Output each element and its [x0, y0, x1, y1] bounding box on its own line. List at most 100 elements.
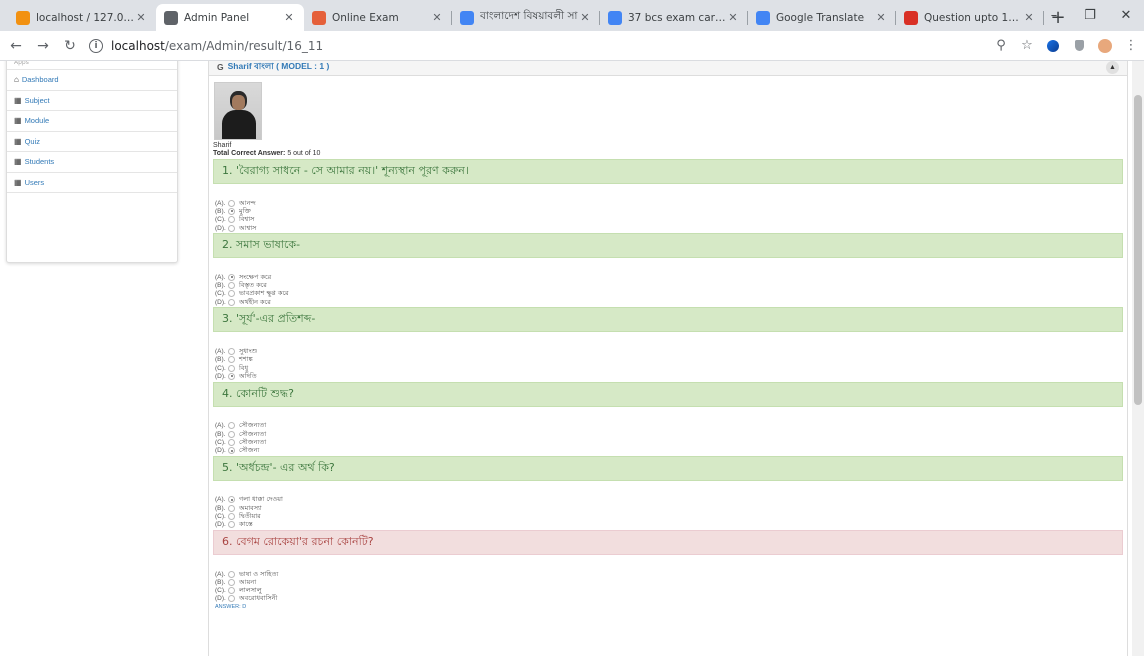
option-radio[interactable] [228, 348, 235, 356]
option-list: (A). সৌজন্যতা (B). সৌজন্যতা (C). সৌজন্যতা (D).… [213, 407, 1123, 455]
sidebar-header: Apps [7, 61, 177, 70]
student-name: Sharif [213, 142, 232, 149]
option-label: (D). [215, 521, 226, 529]
option-radio[interactable] [228, 430, 235, 438]
browser-tab[interactable]: localhost / 127.0.0.1 / e✕ [8, 4, 156, 31]
close-window-icon[interactable]: ✕ [1108, 0, 1144, 31]
close-tab-icon[interactable]: ✕ [578, 11, 592, 24]
option-radio[interactable] [228, 282, 235, 290]
extension-icon[interactable] [1040, 35, 1066, 57]
option-row: (C). বিধু [215, 364, 1123, 372]
sidebar-item-subject[interactable]: ▦ Subject [7, 91, 177, 111]
option-radio[interactable] [228, 578, 235, 586]
score-value: 5 out of 10 [287, 150, 321, 157]
option-radio[interactable] [228, 512, 235, 520]
option-radio[interactable] [228, 521, 235, 529]
option-radio[interactable] [228, 364, 235, 372]
tab-title: Question upto 185. - n [924, 11, 1022, 24]
option-radio[interactable] [228, 298, 235, 306]
result-panel: G Sharif বাংলা ( MODEL : 1 ) ▲ Sharif To… [208, 61, 1128, 656]
question-list: 1. 'বৈরাগ্য সাধনে - সে আমার নয়।' শূন্যস… [213, 159, 1123, 610]
option-radio[interactable] [228, 438, 235, 446]
back-icon[interactable]: ← [5, 35, 27, 57]
option-row: (C). লালসালু [215, 586, 1123, 595]
restore-icon[interactable]: ❐ [1072, 0, 1108, 31]
option-label: (C). [215, 587, 226, 595]
question-title: 4. কোনটি শুদ্ধ? [213, 381, 1123, 407]
menu-kebab-icon[interactable]: ⋮ [1118, 35, 1144, 57]
option-list: (A). সংক্ষেপ করে (B). বিস্তৃত করে (C). ভাবপ্র… [213, 258, 1123, 306]
bookmark-star-icon[interactable]: ☆ [1014, 35, 1040, 57]
close-tab-icon[interactable]: ✕ [1022, 11, 1036, 24]
option-radio[interactable] [228, 290, 235, 298]
option-label: (A). [215, 422, 226, 430]
minimize-icon[interactable]: – [1036, 0, 1072, 31]
reload-icon[interactable]: ↻ [59, 35, 81, 57]
scrollbar-thumb[interactable] [1134, 95, 1142, 405]
option-radio[interactable] [228, 216, 235, 224]
option-label: (C). [215, 438, 226, 446]
option-text: অদিতি [239, 371, 257, 380]
option-radio[interactable] [228, 447, 235, 455]
sidebar-item-users[interactable]: ▦ Users [7, 173, 177, 193]
phpmyadmin-icon [16, 10, 30, 25]
option-label: (C). [215, 364, 226, 372]
zoom-icon[interactable]: ⚲ [988, 35, 1014, 57]
close-tab-icon[interactable]: ✕ [430, 11, 444, 24]
sidebar-item-module[interactable]: ▦ Module [7, 111, 177, 132]
info-icon[interactable]: i [89, 38, 103, 53]
close-tab-icon[interactable]: ✕ [874, 11, 888, 24]
browser-tab[interactable]: Admin Panel ✕ [156, 4, 304, 31]
sidebar-item-label: Dashboard [21, 75, 59, 85]
option-radio[interactable] [228, 570, 235, 578]
close-tab-icon[interactable]: ✕ [282, 11, 296, 24]
grid-icon: ▦ [14, 116, 22, 126]
option-list: (A). গলা ধাক্কা দেওয়া (B). অমাবস্যা (C). দ্ব… [213, 481, 1123, 529]
option-radio[interactable] [228, 224, 235, 232]
option-row: (D). কাস্তে [215, 520, 1123, 529]
option-label: (C). [215, 512, 226, 520]
profile-avatar-icon[interactable] [1092, 35, 1118, 57]
collapse-chevron-icon[interactable]: ▲ [1106, 61, 1119, 74]
forward-icon[interactable]: → [32, 35, 54, 57]
option-radio[interactable] [228, 587, 235, 595]
option-row: (A). গলা ধাক্কা দেওয়া [215, 495, 1123, 504]
option-row: (B). অমাবস্যা [215, 504, 1123, 512]
shield-icon[interactable] [1066, 35, 1092, 57]
option-radio[interactable] [228, 496, 235, 504]
page-scrollbar[interactable] [1132, 61, 1144, 656]
option-label: (D). [215, 224, 226, 232]
browser-tab[interactable]: Question upto 185. - n✕ [896, 4, 1044, 31]
sidebar-item-students[interactable]: ▦ Students [7, 152, 177, 173]
globe-icon [164, 10, 178, 25]
option-radio[interactable] [228, 372, 235, 380]
grid-icon: ▦ [14, 177, 22, 187]
close-tab-icon[interactable]: ✕ [134, 11, 148, 24]
option-row: (B). বিস্তৃত করে [215, 281, 1123, 289]
gmail-icon [904, 10, 918, 25]
option-radio[interactable] [228, 504, 235, 512]
grid-icon: ▦ [14, 157, 22, 167]
browser-tab[interactable]: 37 bcs exam cartun im✕ [600, 4, 748, 31]
option-radio[interactable] [228, 422, 235, 430]
option-list: (A). সুধাংশু (B). শশাঙ্ক (C). বিধু (D). অদিতি [213, 332, 1123, 380]
option-radio[interactable] [228, 199, 235, 207]
option-radio[interactable] [228, 356, 235, 364]
sidebar-item-dashboard[interactable]: ⌂ Dashboard [7, 70, 177, 91]
address-bar[interactable]: i localhost/exam/Admin/result/16_11 [89, 35, 988, 57]
option-label: (A). [215, 496, 226, 504]
option-radio[interactable] [228, 273, 235, 281]
option-label: (A). [215, 199, 226, 207]
option-row: (A). সুধাংশু [215, 347, 1123, 355]
sidebar-item-quiz[interactable]: ▦ Quiz [7, 132, 177, 152]
url-host: localhost [111, 38, 165, 53]
option-radio[interactable] [228, 595, 235, 603]
browser-tab[interactable]: Google Translate ✕ [748, 4, 896, 31]
option-list: (A). ভাষা ও সাহিত্য (B). আয়না (C). লালসালু (D… [213, 555, 1123, 611]
option-radio[interactable] [228, 207, 235, 215]
close-tab-icon[interactable]: ✕ [726, 11, 740, 24]
option-label: (C). [215, 290, 226, 298]
browser-tab[interactable]: Online Exam ✕ [304, 4, 452, 31]
google-icon [608, 10, 622, 25]
browser-tab[interactable]: বাংলাদেশ বিষয়াবলী সা ✕ [452, 4, 600, 31]
